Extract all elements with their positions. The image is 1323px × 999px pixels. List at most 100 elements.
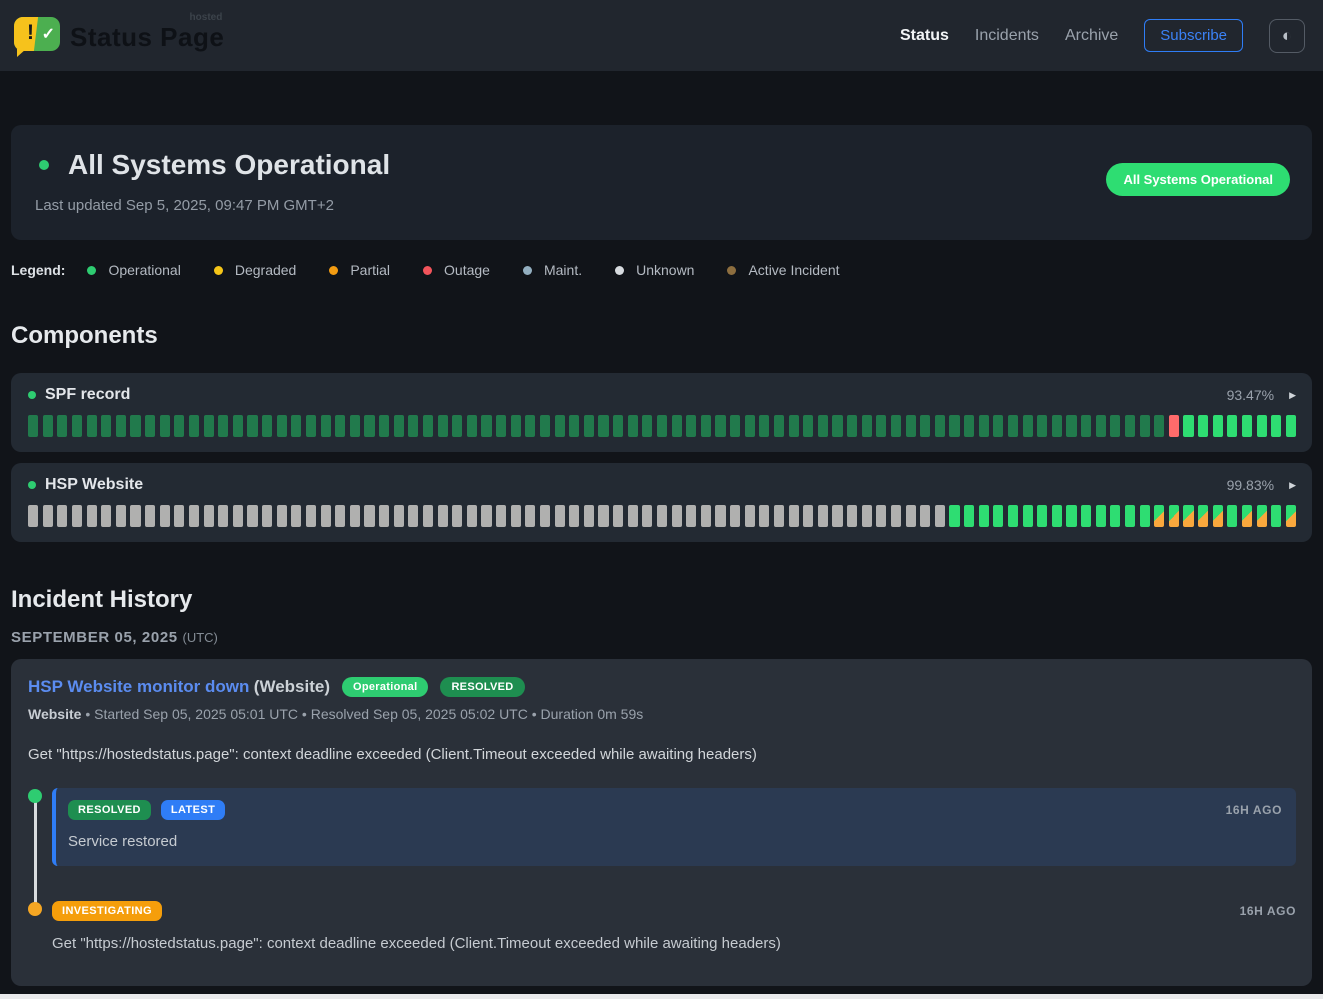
expand-arrow-icon[interactable]: ▶ [1289,390,1296,401]
uptime-bar-unknown[interactable] [394,505,404,527]
uptime-bar-unknown[interactable] [759,505,769,527]
uptime-bar-unknown[interactable] [555,505,565,527]
theme-toggle-button[interactable]: ◐ [1269,19,1305,53]
uptime-bar-operational[interactable] [1286,415,1296,437]
uptime-bar-unknown[interactable] [350,505,360,527]
uptime-bar-operational[interactable] [1023,505,1033,527]
uptime-bar-operational[interactable] [949,505,959,527]
uptime-bar-operational_old[interactable] [72,415,82,437]
uptime-bar-partial[interactable] [1286,505,1296,527]
nav-incidents[interactable]: Incidents [975,27,1039,45]
uptime-bar-operational_old[interactable] [423,415,433,437]
uptime-bar-operational_old[interactable] [935,415,945,437]
uptime-bar-operational_old[interactable] [701,415,711,437]
uptime-bar-operational_old[interactable] [101,415,111,437]
uptime-bar-operational_old[interactable] [1066,415,1076,437]
uptime-bar-unknown[interactable] [569,505,579,527]
uptime-bar-unknown[interactable] [43,505,53,527]
uptime-bar-operational_old[interactable] [394,415,404,437]
uptime-bar-unknown[interactable] [174,505,184,527]
uptime-bar-operational_old[interactable] [525,415,535,437]
uptime-bar-operational_old[interactable] [759,415,769,437]
uptime-bar-operational[interactable] [993,505,1003,527]
uptime-bar-unknown[interactable] [906,505,916,527]
uptime-bar-unknown[interactable] [789,505,799,527]
uptime-bar-unknown[interactable] [862,505,872,527]
uptime-bar-operational_old[interactable] [204,415,214,437]
uptime-bar-unknown[interactable] [306,505,316,527]
uptime-bar-outage[interactable] [1169,415,1179,437]
uptime-bar-operational_old[interactable] [174,415,184,437]
uptime-bar-operational_old[interactable] [876,415,886,437]
uptime-bar-operational_old[interactable] [1096,415,1106,437]
uptime-bar-partial[interactable] [1257,505,1267,527]
uptime-bar-unknown[interactable] [130,505,140,527]
uptime-bar-operational_old[interactable] [262,415,272,437]
uptime-bar-unknown[interactable] [876,505,886,527]
subscribe-button[interactable]: Subscribe [1144,19,1243,52]
uptime-bar-unknown[interactable] [57,505,67,527]
uptime-bar-operational_old[interactable] [1023,415,1033,437]
uptime-bar-operational_old[interactable] [642,415,652,437]
uptime-bar-operational_old[interactable] [350,415,360,437]
uptime-bar-unknown[interactable] [598,505,608,527]
uptime-bar-operational[interactable] [1227,505,1237,527]
uptime-bar-operational_old[interactable] [452,415,462,437]
uptime-bar-operational_old[interactable] [818,415,828,437]
uptime-bar-partial[interactable] [1198,505,1208,527]
uptime-bar-unknown[interactable] [160,505,170,527]
uptime-bar-unknown[interactable] [584,505,594,527]
uptime-bar-operational_old[interactable] [540,415,550,437]
uptime-bar-operational[interactable] [1052,505,1062,527]
uptime-bar-unknown[interactable] [189,505,199,527]
uptime-bar-operational_old[interactable] [291,415,301,437]
uptime-bar-operational_old[interactable] [116,415,126,437]
uptime-bar-operational_old[interactable] [481,415,491,437]
uptime-bar-unknown[interactable] [423,505,433,527]
uptime-bar-unknown[interactable] [818,505,828,527]
expand-arrow-icon[interactable]: ▶ [1289,480,1296,491]
uptime-bar-unknown[interactable] [438,505,448,527]
uptime-bar-operational_old[interactable] [789,415,799,437]
uptime-bar-unknown[interactable] [335,505,345,527]
uptime-bar-unknown[interactable] [481,505,491,527]
uptime-bar-unknown[interactable] [628,505,638,527]
uptime-bar-unknown[interactable] [247,505,257,527]
uptime-bar-operational_old[interactable] [803,415,813,437]
uptime-bar-unknown[interactable] [920,505,930,527]
uptime-bar-operational[interactable] [1183,415,1193,437]
uptime-bar-operational_old[interactable] [160,415,170,437]
uptime-bar-operational[interactable] [1125,505,1135,527]
uptime-bar-operational_old[interactable] [686,415,696,437]
uptime-bar-unknown[interactable] [774,505,784,527]
uptime-bar-operational[interactable] [1110,505,1120,527]
uptime-bar-unknown[interactable] [540,505,550,527]
uptime-bar-operational_old[interactable] [1154,415,1164,437]
uptime-bar-unknown[interactable] [891,505,901,527]
uptime-bar-operational_old[interactable] [408,415,418,437]
uptime-bar-operational_old[interactable] [511,415,521,437]
uptime-bar-operational_old[interactable] [43,415,53,437]
uptime-bar-unknown[interactable] [364,505,374,527]
uptime-bar-operational_old[interactable] [277,415,287,437]
uptime-bar-unknown[interactable] [686,505,696,527]
uptime-bar-unknown[interactable] [379,505,389,527]
uptime-bar-operational_old[interactable] [891,415,901,437]
uptime-bar-operational[interactable] [1257,415,1267,437]
uptime-bar-operational[interactable] [979,505,989,527]
uptime-bar-operational[interactable] [1081,505,1091,527]
uptime-bar-operational_old[interactable] [57,415,67,437]
uptime-bar-partial[interactable] [1169,505,1179,527]
uptime-bar-unknown[interactable] [321,505,331,527]
uptime-bar-partial[interactable] [1242,505,1252,527]
uptime-bar-operational_old[interactable] [949,415,959,437]
uptime-bar-operational_old[interactable] [1081,415,1091,437]
uptime-bar-operational_old[interactable] [584,415,594,437]
uptime-bar-unknown[interactable] [204,505,214,527]
nav-status[interactable]: Status [900,27,949,45]
uptime-bar-operational_old[interactable] [715,415,725,437]
uptime-bar-operational_old[interactable] [28,415,38,437]
uptime-bar-unknown[interactable] [452,505,462,527]
uptime-bar-operational[interactable] [1271,505,1281,527]
uptime-bar-operational_old[interactable] [496,415,506,437]
